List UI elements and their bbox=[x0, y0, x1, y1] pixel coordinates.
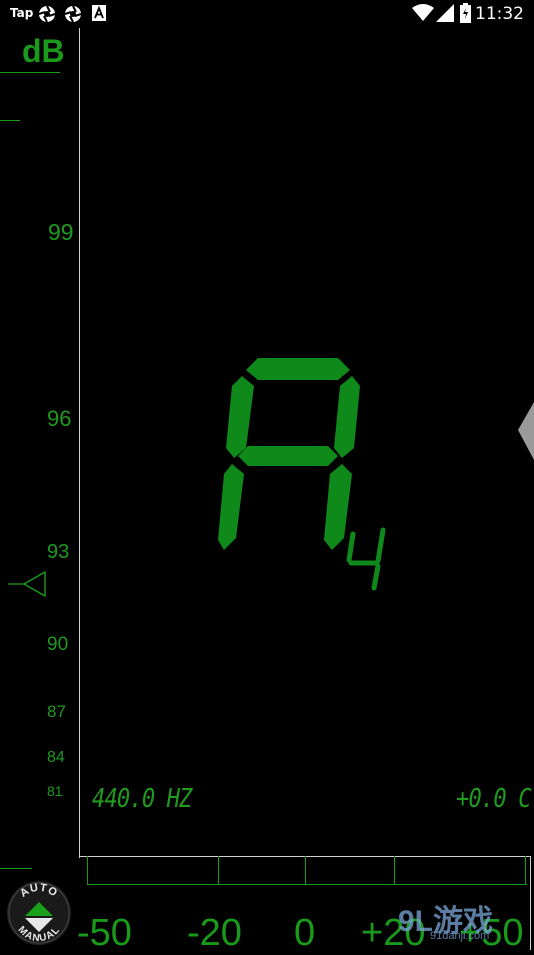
font-notification-icon bbox=[92, 5, 106, 21]
cents-label-minus-50: -50 bbox=[77, 912, 132, 954]
cents-scale-right-border bbox=[530, 856, 531, 950]
db-tick-90: 90 bbox=[47, 634, 69, 655]
note-letter: A bbox=[210, 350, 211, 351]
level-pointer-icon bbox=[8, 570, 46, 598]
note-octave: 4 bbox=[210, 350, 211, 351]
cents-tick-line bbox=[218, 856, 219, 884]
frequency-readout: 440.0 HZ bbox=[92, 784, 193, 814]
db-tick-96: 96 bbox=[47, 406, 72, 431]
db-title-underline bbox=[0, 72, 60, 73]
wifi-icon bbox=[412, 4, 434, 21]
cents-label-0: 0 bbox=[294, 912, 316, 954]
note-display: A 4 bbox=[210, 350, 386, 591]
cell-signal-icon bbox=[436, 4, 454, 22]
db-tick-99: 99 bbox=[48, 219, 74, 245]
cents-tick-line bbox=[87, 856, 88, 884]
db-scale-top-marker bbox=[0, 120, 20, 121]
db-scale-title: dB bbox=[22, 33, 65, 69]
cents-tick-line bbox=[305, 856, 306, 884]
db-tick-87: 87 bbox=[47, 702, 66, 721]
camera-aperture-icon bbox=[38, 5, 56, 23]
auto-manual-toggle-button[interactable]: AUTO MANUAL bbox=[6, 880, 72, 946]
clock: 11:32 bbox=[475, 4, 524, 24]
cents-label-minus-20: -20 bbox=[187, 912, 242, 954]
battery-icon bbox=[460, 3, 471, 23]
scale-divider bbox=[79, 28, 80, 858]
side-panel-tab[interactable] bbox=[516, 402, 534, 462]
note-letter-segments bbox=[218, 358, 360, 550]
watermark-site: 91danji.com bbox=[430, 930, 490, 942]
db-tick-84: 84 bbox=[47, 749, 65, 766]
app-notification-label: Tap bbox=[10, 6, 34, 20]
db-scale-bottom-marker bbox=[0, 868, 32, 869]
cents-tick-line bbox=[525, 856, 526, 884]
cents-scale-baseline bbox=[87, 884, 527, 885]
cents-tick-line bbox=[394, 856, 395, 884]
db-tick-81: 81 bbox=[47, 783, 63, 799]
cents-readout: +0.0 C bbox=[456, 784, 532, 814]
camera-aperture-icon-2 bbox=[64, 5, 82, 23]
status-bar: Tap 11:32 bbox=[0, 0, 534, 28]
octave-digit-segments bbox=[346, 527, 386, 591]
db-tick-93: 93 bbox=[47, 541, 70, 563]
